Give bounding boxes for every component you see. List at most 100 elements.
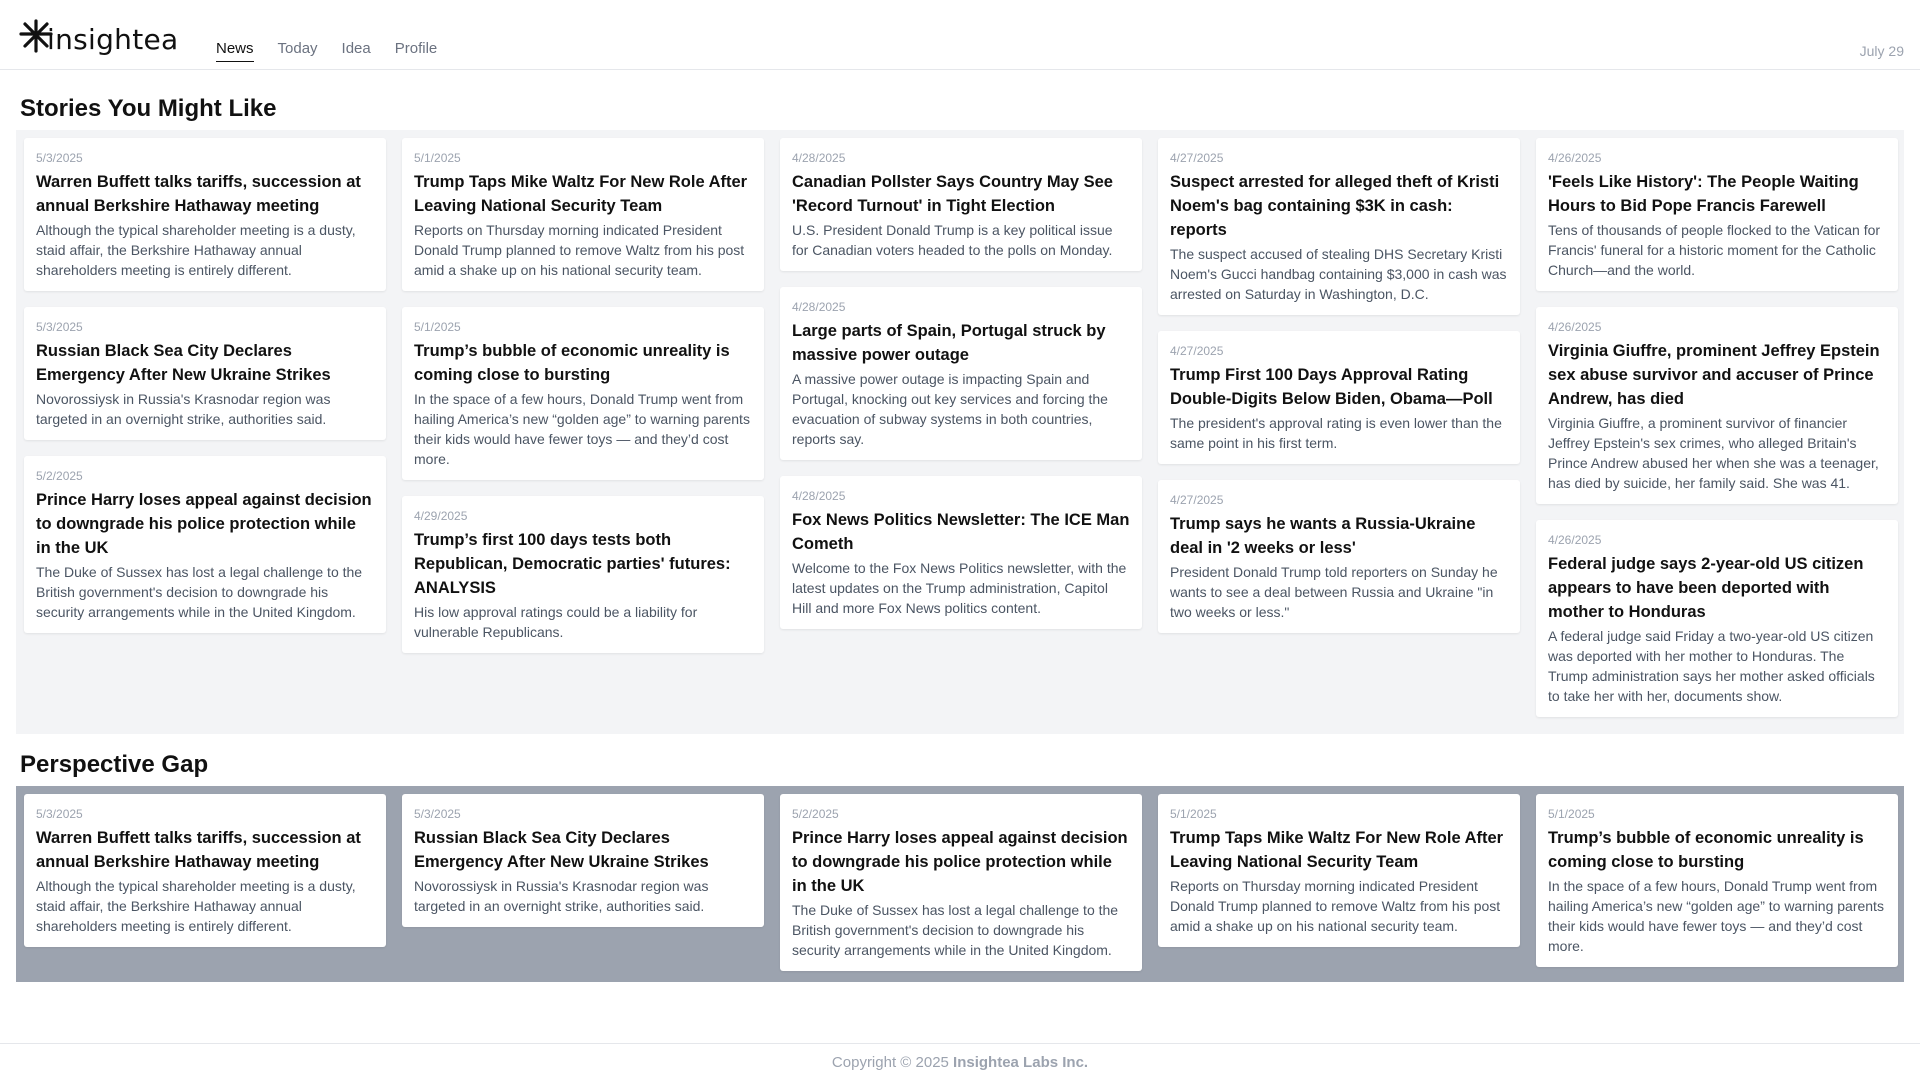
story-date: 5/1/2025 bbox=[1170, 807, 1217, 821]
footer-company[interactable]: Insightea Labs Inc. bbox=[953, 1054, 1088, 1071]
nav-profile[interactable]: Profile bbox=[395, 40, 438, 62]
story-date: 5/1/2025 bbox=[1548, 807, 1595, 821]
story-title[interactable]: Large parts of Spain, Portugal struck by… bbox=[792, 319, 1130, 367]
story-date: 4/27/2025 bbox=[1170, 151, 1224, 165]
main-nav: News Today Idea Profile bbox=[216, 40, 461, 62]
story-date: 4/28/2025 bbox=[792, 151, 846, 165]
story-summary: A massive power outage is impacting Spai… bbox=[792, 371, 1108, 447]
story-title[interactable]: Trump says he wants a Russia-Ukraine dea… bbox=[1170, 512, 1508, 560]
story-title[interactable]: Trump First 100 Days Approval Rating Dou… bbox=[1170, 363, 1508, 411]
stories-section-title: Stories You Might Like bbox=[20, 95, 277, 122]
story-date: 5/2/2025 bbox=[792, 807, 839, 821]
story-title[interactable]: Virginia Giuffre, prominent Jeffrey Epst… bbox=[1548, 339, 1886, 411]
story-summary: The Duke of Sussex has lost a legal chal… bbox=[792, 902, 1119, 958]
perspective-card[interactable]: 5/1/2025 Trump’s bubble of economic unre… bbox=[1536, 794, 1898, 967]
story-card[interactable]: 4/28/2025 Canadian Pollster Says Country… bbox=[780, 138, 1142, 271]
story-summary: President Donald Trump told reporters on… bbox=[1170, 564, 1498, 620]
story-title[interactable]: Trump Taps Mike Waltz For New Role After… bbox=[1170, 826, 1508, 874]
story-card[interactable]: 4/27/2025 Trump says he wants a Russia-U… bbox=[1158, 480, 1520, 633]
perspective-card[interactable]: 5/2/2025 Prince Harry loses appeal again… bbox=[780, 794, 1142, 971]
story-date: 4/27/2025 bbox=[1170, 344, 1224, 358]
stories-column-3: 4/28/2025 Canadian Pollster Says Country… bbox=[780, 138, 1142, 629]
story-date: 5/3/2025 bbox=[36, 320, 83, 334]
story-title[interactable]: Prince Harry loses appeal against decisi… bbox=[792, 826, 1130, 898]
story-date: 5/1/2025 bbox=[414, 151, 461, 165]
story-summary: His low approval ratings could be a liab… bbox=[414, 604, 698, 640]
story-card[interactable]: 5/3/2025 Russian Black Sea City Declares… bbox=[24, 307, 386, 440]
story-date: 5/3/2025 bbox=[414, 807, 461, 821]
perspective-section-title: Perspective Gap bbox=[20, 751, 209, 778]
story-card[interactable]: 4/26/2025 'Feels Like History': The Peop… bbox=[1536, 138, 1898, 291]
stories-column-5: 4/26/2025 'Feels Like History': The Peop… bbox=[1536, 138, 1898, 717]
story-card[interactable]: 4/26/2025 Federal judge says 2-year-old … bbox=[1536, 520, 1898, 717]
story-card[interactable]: 4/26/2025 Virginia Giuffre, prominent Je… bbox=[1536, 307, 1898, 504]
story-summary: Reports on Thursday morning indicated Pr… bbox=[414, 222, 745, 278]
story-summary: The suspect accused of stealing DHS Secr… bbox=[1170, 246, 1507, 302]
story-title[interactable]: Russian Black Sea City Declares Emergenc… bbox=[36, 339, 374, 387]
story-title[interactable]: Trump Taps Mike Waltz For New Role After… bbox=[414, 170, 752, 218]
story-summary: Although the typical shareholder meeting… bbox=[36, 222, 356, 278]
story-title[interactable]: Trump’s bubble of economic unreality is … bbox=[1548, 826, 1886, 874]
perspective-card[interactable]: 5/3/2025 Warren Buffett talks tariffs, s… bbox=[24, 794, 386, 947]
story-date: 4/26/2025 bbox=[1548, 320, 1602, 334]
story-summary: The Duke of Sussex has lost a legal chal… bbox=[36, 564, 363, 620]
story-summary: U.S. President Donald Trump is a key pol… bbox=[792, 222, 1113, 258]
logo[interactable]: insightea bbox=[16, 18, 178, 58]
story-title[interactable]: Warren Buffett talks tariffs, succession… bbox=[36, 826, 374, 874]
story-date: 4/29/2025 bbox=[414, 509, 468, 523]
story-date: 4/26/2025 bbox=[1548, 151, 1602, 165]
story-date: 4/27/2025 bbox=[1170, 493, 1224, 507]
story-date: 5/3/2025 bbox=[36, 151, 83, 165]
story-title[interactable]: Canadian Pollster Says Country May See '… bbox=[792, 170, 1130, 218]
story-title[interactable]: Fox News Politics Newsletter: The ICE Ma… bbox=[792, 508, 1130, 556]
story-date: 4/28/2025 bbox=[792, 300, 846, 314]
perspective-row: 5/3/2025 Warren Buffett talks tariffs, s… bbox=[24, 794, 1898, 971]
header-date: July 29 bbox=[1859, 43, 1904, 59]
story-card[interactable]: 4/27/2025 Suspect arrested for alleged t… bbox=[1158, 138, 1520, 315]
stories-column-2: 5/1/2025 Trump Taps Mike Waltz For New R… bbox=[402, 138, 764, 653]
footer-copyright: Copyright © 2025 bbox=[831, 1054, 949, 1071]
story-title[interactable]: Federal judge says 2-year-old US citizen… bbox=[1548, 552, 1886, 624]
story-summary: Novorossiysk in Russia's Krasnodar regio… bbox=[36, 391, 331, 427]
perspective-card[interactable]: 5/3/2025 Russian Black Sea City Declares… bbox=[402, 794, 764, 927]
story-date: 5/2/2025 bbox=[36, 469, 83, 483]
footer: Copyright © 2025 Insightea Labs Inc. bbox=[0, 1043, 1920, 1080]
story-title[interactable]: 'Feels Like History': The People Waiting… bbox=[1548, 170, 1886, 218]
stories-panel: 5/3/2025 Warren Buffett talks tariffs, s… bbox=[16, 130, 1904, 734]
story-summary: Virginia Giuffre, a prominent survivor o… bbox=[1548, 415, 1879, 491]
story-title[interactable]: Russian Black Sea City Declares Emergenc… bbox=[414, 826, 752, 874]
story-summary: In the space of a few hours, Donald Trum… bbox=[1548, 878, 1884, 954]
top-header: insightea News Today Idea Profile July 2… bbox=[0, 0, 1920, 70]
story-summary: Reports on Thursday morning indicated Pr… bbox=[1170, 878, 1501, 934]
story-summary: Novorossiysk in Russia's Krasnodar regio… bbox=[414, 878, 709, 914]
story-date: 4/26/2025 bbox=[1548, 533, 1602, 547]
story-summary: Welcome to the Fox News Politics newslet… bbox=[792, 560, 1127, 616]
logo-text: insightea bbox=[47, 22, 179, 56]
story-summary: In the space of a few hours, Donald Trum… bbox=[414, 391, 750, 467]
story-summary: Although the typical shareholder meeting… bbox=[36, 878, 356, 934]
perspective-card[interactable]: 5/1/2025 Trump Taps Mike Waltz For New R… bbox=[1158, 794, 1520, 947]
story-card[interactable]: 4/27/2025 Trump First 100 Days Approval … bbox=[1158, 331, 1520, 464]
story-card[interactable]: 4/29/2025 Trump’s first 100 days tests b… bbox=[402, 496, 764, 653]
story-card[interactable]: 4/28/2025 Large parts of Spain, Portugal… bbox=[780, 287, 1142, 460]
story-title[interactable]: Warren Buffett talks tariffs, succession… bbox=[36, 170, 374, 218]
story-title[interactable]: Prince Harry loses appeal against decisi… bbox=[36, 488, 374, 560]
story-date: 5/3/2025 bbox=[36, 807, 83, 821]
story-card[interactable]: 5/2/2025 Prince Harry loses appeal again… bbox=[24, 456, 386, 633]
story-card[interactable]: 5/1/2025 Trump’s bubble of economic unre… bbox=[402, 307, 764, 480]
stories-column-4: 4/27/2025 Suspect arrested for alleged t… bbox=[1158, 138, 1520, 633]
perspective-panel: 5/3/2025 Warren Buffett talks tariffs, s… bbox=[16, 786, 1904, 982]
story-title[interactable]: Suspect arrested for alleged theft of Kr… bbox=[1170, 170, 1508, 242]
nav-idea[interactable]: Idea bbox=[342, 40, 371, 62]
story-title[interactable]: Trump’s bubble of economic unreality is … bbox=[414, 339, 752, 387]
nav-today[interactable]: Today bbox=[278, 40, 318, 62]
story-summary: A federal judge said Friday a two-year-o… bbox=[1548, 628, 1875, 704]
story-card[interactable]: 5/3/2025 Warren Buffett talks tariffs, s… bbox=[24, 138, 386, 291]
story-summary: Tens of thousands of people flocked to t… bbox=[1548, 222, 1881, 278]
stories-column-1: 5/3/2025 Warren Buffett talks tariffs, s… bbox=[24, 138, 386, 633]
story-title[interactable]: Trump’s first 100 days tests both Republ… bbox=[414, 528, 752, 600]
story-card[interactable]: 5/1/2025 Trump Taps Mike Waltz For New R… bbox=[402, 138, 764, 291]
story-date: 4/28/2025 bbox=[792, 489, 846, 503]
story-card[interactable]: 4/28/2025 Fox News Politics Newsletter: … bbox=[780, 476, 1142, 629]
nav-news[interactable]: News bbox=[216, 40, 254, 62]
